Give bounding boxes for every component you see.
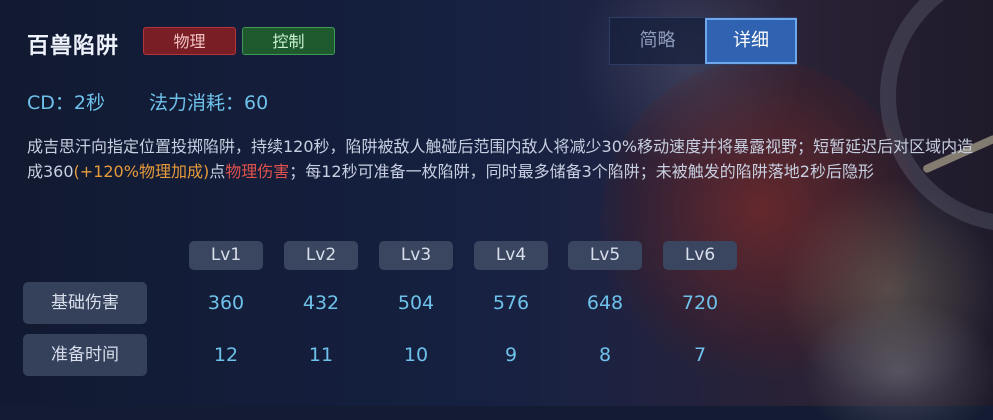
table-cell: 10	[403, 344, 429, 366]
table-cell: 9	[504, 344, 518, 366]
tag-control: 控制	[242, 27, 335, 55]
table-cell: 504	[397, 292, 435, 314]
tag-physical: 物理	[143, 27, 236, 55]
level-header: Lv1	[189, 241, 263, 270]
cooldown-text: CD：2秒	[27, 92, 105, 114]
view-toggle: 简略 详细	[609, 17, 797, 65]
table-cell: 432	[302, 292, 340, 314]
table-cell: 11	[308, 344, 334, 366]
row-label-prep-time: 准备时间	[23, 334, 147, 376]
table-cell: 360	[207, 292, 245, 314]
table-cell: 12	[213, 344, 239, 366]
description-text-3: ；每12秒可准备一枚陷阱，同时最多储备3个陷阱；未被触发的陷阱落地2秒后隐形	[289, 162, 874, 181]
level-header: Lv6	[663, 241, 737, 270]
level-header: Lv3	[379, 241, 453, 270]
level-header: Lv4	[474, 241, 548, 270]
table-cell: 8	[598, 344, 612, 366]
table-cell: 7	[693, 344, 707, 366]
skill-description: 成吉思汗向指定位置投掷陷阱，持续120秒，陷阱被敌人触碰后范围内敌人将减少30%…	[27, 134, 977, 184]
row-label-base-damage: 基础伤害	[23, 282, 147, 324]
bonus-scaling-text: (+120%物理加成)	[73, 162, 210, 181]
table-cell: 648	[586, 292, 624, 314]
description-text-2: 点	[209, 162, 226, 181]
level-header: Lv5	[568, 241, 642, 270]
skill-name: 百兽陷阱	[27, 34, 120, 59]
table-cell: 720	[681, 292, 719, 314]
mana-cost-text: 法力消耗：60	[149, 92, 269, 114]
damage-type-text: 物理伤害	[225, 162, 290, 181]
detail-button[interactable]: 详细	[705, 18, 797, 64]
level-header: Lv2	[284, 241, 358, 270]
table-cell: 576	[492, 292, 530, 314]
skill-stats: CD：2秒 法力消耗：60	[27, 88, 306, 115]
brief-button[interactable]: 简略	[610, 18, 705, 64]
